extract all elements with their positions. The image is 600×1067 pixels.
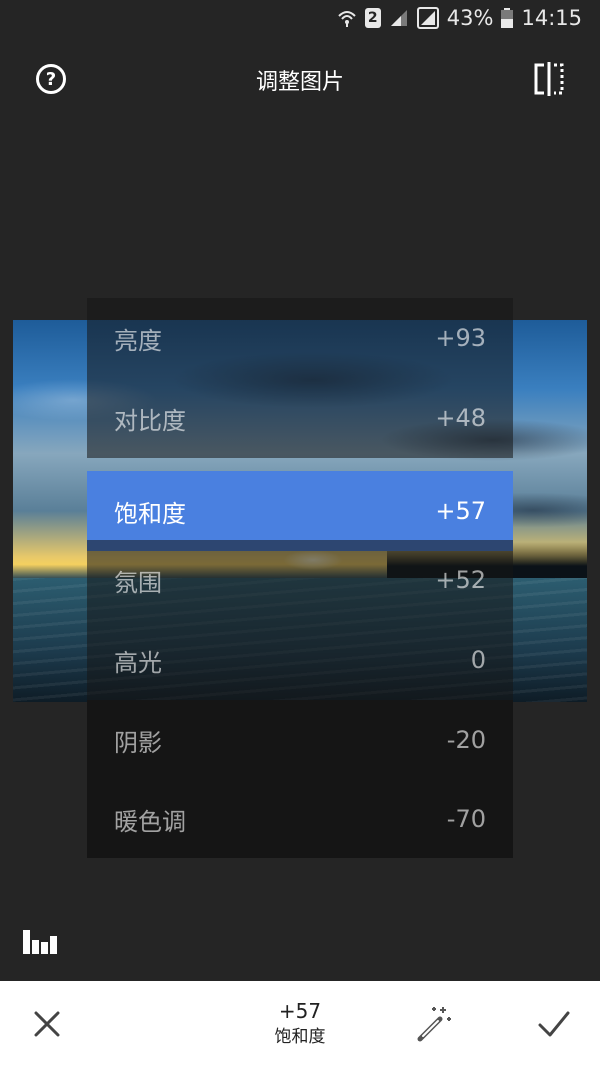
histogram-icon[interactable] bbox=[23, 928, 59, 954]
compare-icon[interactable] bbox=[532, 62, 566, 96]
status-indicators: 2 43% 14:15 bbox=[337, 6, 582, 30]
signal-icon-2 bbox=[416, 7, 439, 29]
menu-item-value: -70 bbox=[446, 805, 486, 833]
battery-icon bbox=[501, 8, 514, 28]
page-title: 调整图片 bbox=[255, 70, 344, 95]
menu-item-label: 阴影 bbox=[114, 728, 162, 757]
status-bar: 2 43% 14:15 bbox=[0, 0, 600, 40]
menu-item-label: 高光 bbox=[114, 648, 162, 677]
menu-item-ambience[interactable]: 氛围 +52 bbox=[87, 540, 513, 620]
current-adjustment-label: 饱和度 bbox=[274, 1027, 326, 1047]
menu-item-warmth[interactable]: 暖色调 -70 bbox=[87, 780, 513, 858]
menu-item-label: 亮度 bbox=[114, 326, 162, 355]
menu-item-shadows[interactable]: 阴影 -20 bbox=[87, 700, 513, 780]
bottom-toolbar: +57 饱和度 bbox=[0, 981, 600, 1067]
current-adjustment-value: +57 bbox=[278, 999, 322, 1023]
signal-icon bbox=[390, 10, 407, 26]
menu-item-brightness[interactable]: 亮度 +93 bbox=[87, 298, 513, 378]
title-bar: ? 调整图片 bbox=[0, 50, 600, 110]
menu-item-contrast[interactable]: 对比度 +48 bbox=[87, 378, 513, 458]
check-icon[interactable] bbox=[536, 1007, 572, 1041]
magic-wand-icon[interactable] bbox=[414, 1003, 454, 1043]
clock: 14:15 bbox=[521, 6, 582, 30]
adjustment-menu: 亮度 +93 对比度 +48 饱和度 +57 氛围 +52 高光 0 阴影 -2… bbox=[87, 298, 513, 858]
menu-item-value: +48 bbox=[435, 404, 486, 432]
menu-item-highlights[interactable]: 高光 0 bbox=[87, 620, 513, 700]
menu-item-label: 氛围 bbox=[114, 568, 162, 597]
sim-badge: 2 bbox=[364, 8, 381, 28]
menu-item-label: 对比度 bbox=[114, 406, 186, 435]
menu-item-value: +57 bbox=[435, 497, 486, 525]
menu-item-value: +52 bbox=[435, 566, 486, 594]
battery-percent: 43% bbox=[446, 6, 494, 30]
wifi-calling-icon bbox=[338, 11, 356, 27]
menu-item-saturation[interactable]: 饱和度 +57 bbox=[87, 471, 513, 551]
menu-item-value: 0 bbox=[470, 646, 486, 674]
menu-item-value: +93 bbox=[435, 324, 486, 352]
menu-item-label: 暖色调 bbox=[114, 807, 186, 836]
menu-item-label: 饱和度 bbox=[114, 499, 186, 528]
current-adjustment: +57 饱和度 bbox=[0, 999, 600, 1049]
menu-item-value: -20 bbox=[446, 726, 486, 754]
